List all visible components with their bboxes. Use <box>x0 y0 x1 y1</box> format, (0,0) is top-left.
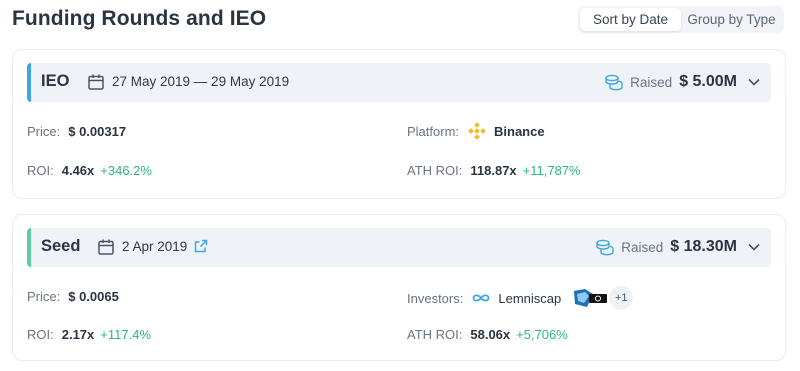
investors-row: Investors: Lemniscap +1 <box>407 286 634 310</box>
sort-by-date-button[interactable]: Sort by Date <box>580 8 681 31</box>
raised-amount: $ 18.30M <box>670 238 737 255</box>
roi-percent: +346.2% <box>100 163 152 178</box>
raised-amount: $ 5.00M <box>679 73 737 90</box>
more-investors-badge[interactable]: +1 <box>609 286 634 310</box>
chevron-down-icon[interactable] <box>747 240 761 254</box>
sort-toggle: Sort by Date Group by Type <box>578 6 784 33</box>
coins-icon <box>605 74 623 91</box>
price-value: $ 0.0065 <box>68 289 119 304</box>
funding-round-card: IEO 27 May 2019 — 29 May 2019 Raised $ 5… <box>12 49 786 199</box>
ath-roi-row: ATH ROI: 58.06x +5,706% <box>407 327 568 342</box>
investor-name[interactable]: Lemniscap <box>498 291 561 306</box>
round-accent-bar <box>27 63 31 102</box>
round-header[interactable]: Seed 2 Apr 2019 Raised $ 18.30M <box>27 228 771 267</box>
roi-value: 2.17x <box>61 327 95 342</box>
ath-roi-value: 58.06x <box>470 327 511 342</box>
price-label: Price: <box>27 124 61 139</box>
platform-name[interactable]: Binance <box>494 124 545 139</box>
round-date: 27 May 2019 — 29 May 2019 <box>112 74 290 89</box>
group-by-type-button[interactable]: Group by Type <box>681 8 782 31</box>
external-link-icon[interactable] <box>193 238 209 254</box>
platform-row: Platform: Binance <box>407 121 545 141</box>
raised-summary: Raised $ 5.00M <box>604 71 761 93</box>
raised-label: Raised <box>621 239 664 255</box>
platform-label: Platform: <box>407 123 460 139</box>
roi-value: 4.46x <box>61 163 95 178</box>
page-title: Funding Rounds and IEO <box>12 7 267 30</box>
round-name: IEO <box>41 72 70 90</box>
price-label: Price: <box>27 289 61 304</box>
lemniscap-icon <box>472 294 490 302</box>
price-row: Price: $ 0.0065 <box>27 289 119 304</box>
funding-round-card: Seed 2 Apr 2019 Raised $ 18.30M Price: $… <box>12 214 786 361</box>
round-name: Seed <box>41 237 81 255</box>
calendar-icon <box>98 239 114 255</box>
raised-summary: Raised $ 18.30M <box>595 236 761 258</box>
ath-roi-label: ATH ROI: <box>407 327 463 342</box>
ath-roi-row: ATH ROI: 118.87x +11,787% <box>407 163 581 178</box>
price-row: Price: $ 0.00317 <box>27 124 126 139</box>
round-header[interactable]: IEO 27 May 2019 — 29 May 2019 Raised $ 5… <box>27 63 771 102</box>
raised-label: Raised <box>630 74 673 90</box>
ath-roi-percent: +11,787% <box>522 163 581 178</box>
coins-icon <box>596 239 614 256</box>
roi-label: ROI: <box>27 163 54 178</box>
roi-row: ROI: 4.46x +346.2% <box>27 163 152 178</box>
investor-logo-icon[interactable] <box>571 288 608 308</box>
ath-roi-value: 118.87x <box>470 163 517 178</box>
roi-row: ROI: 2.17x +117.4% <box>27 327 151 342</box>
calendar-icon <box>88 74 104 90</box>
price-value: $ 0.00317 <box>68 124 127 139</box>
roi-label: ROI: <box>27 327 54 342</box>
investors-label: Investors: <box>407 290 464 306</box>
roi-percent: +117.4% <box>100 327 151 342</box>
binance-icon <box>468 122 486 140</box>
round-accent-bar <box>27 228 31 267</box>
round-date: 2 Apr 2019 <box>122 239 188 254</box>
ath-roi-percent: +5,706% <box>516 327 568 342</box>
ath-roi-label: ATH ROI: <box>407 163 463 178</box>
chevron-down-icon[interactable] <box>747 75 761 89</box>
